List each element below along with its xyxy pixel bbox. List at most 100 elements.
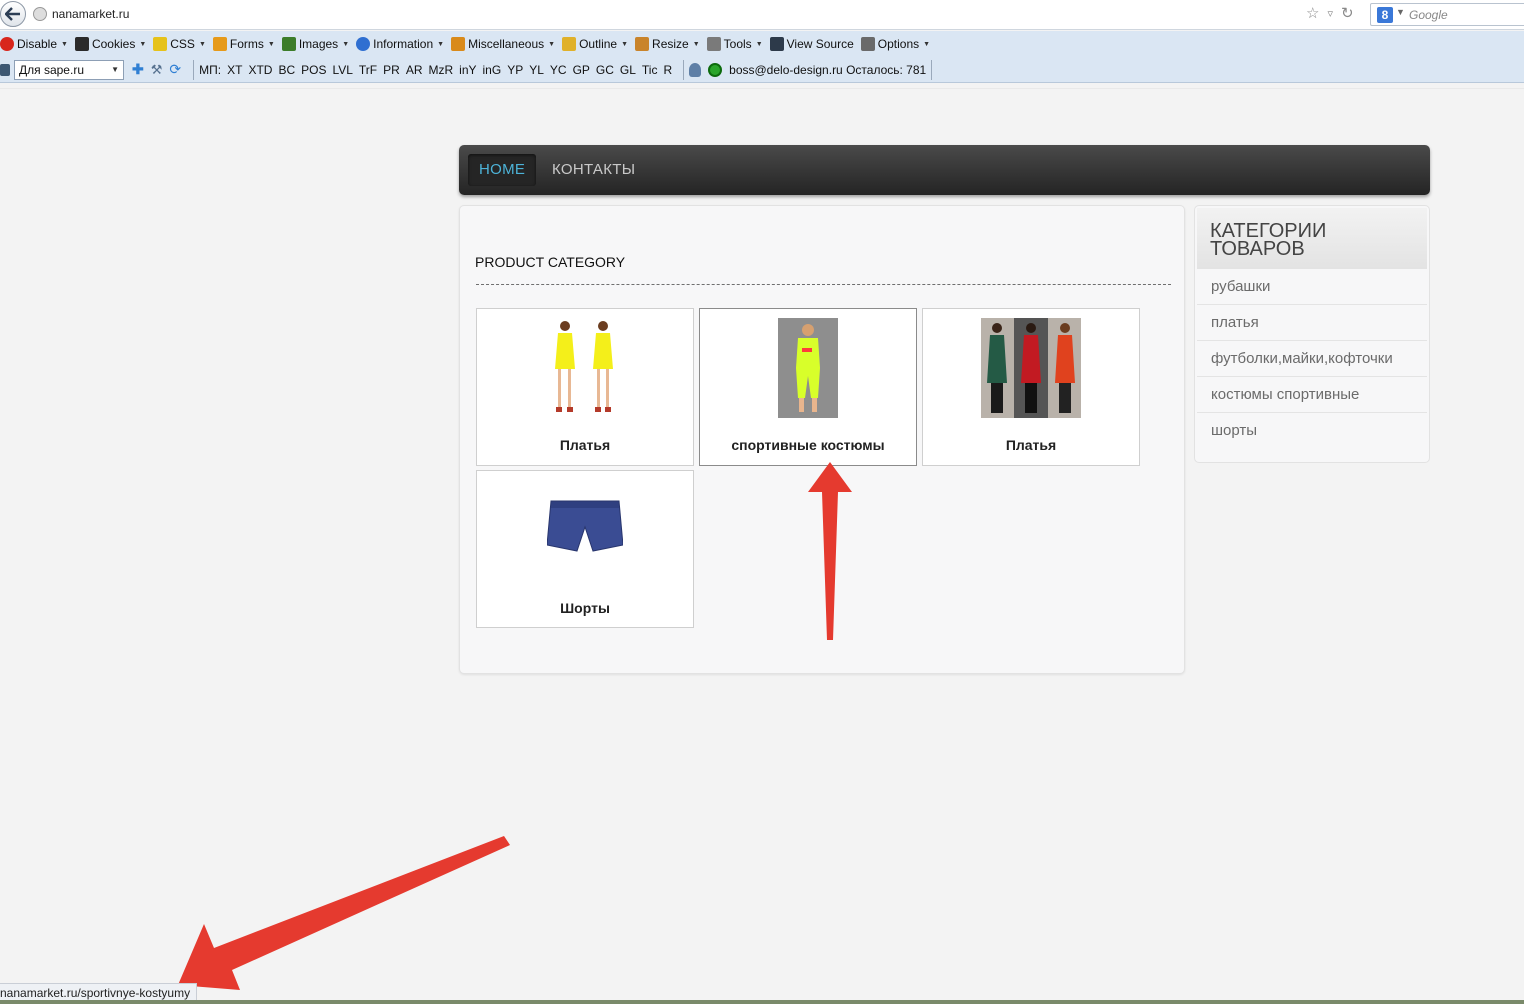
google-icon[interactable]: 8 (1377, 7, 1393, 23)
metric-mzr[interactable]: MzR (428, 63, 453, 77)
toolbar-menu-options[interactable]: Options ▼ (860, 37, 931, 51)
toolbar-menu-css[interactable]: CSS ▼ (153, 37, 206, 51)
toolbar-menu-label: Cookies (91, 37, 136, 51)
resize-icon (635, 37, 650, 51)
card-label[interactable]: Платья (477, 437, 693, 453)
toolbar-menu-label: Options (877, 37, 920, 51)
metric-lvl[interactable]: LVL (332, 63, 352, 77)
metric-gl[interactable]: GL (620, 63, 636, 77)
status-green-icon (708, 62, 723, 77)
toolbar-menu-disable[interactable]: Disable ▼ (0, 37, 68, 51)
metric-pr[interactable]: PR (383, 63, 400, 77)
toolbar-menu-label: Images (298, 37, 339, 51)
metric-yp[interactable]: YP (507, 63, 523, 77)
title-divider (476, 284, 1171, 285)
status-url: nanamarket.ru/sportivnye-kostyumy (0, 986, 191, 1000)
wrench-icon[interactable]: ⚒ (151, 62, 163, 78)
metric-ar[interactable]: AR (406, 63, 423, 77)
toolbar-menu-cookies[interactable]: Cookies ▼ (74, 37, 146, 51)
main-navbar: HOME КОНТАКТЫ (459, 145, 1430, 195)
sidebar-item-sport-suits[interactable]: костюмы спортивные (1197, 377, 1427, 413)
metric-yc[interactable]: YC (550, 63, 567, 77)
metric-xt[interactable]: XT (227, 63, 242, 77)
reload-icon[interactable]: ↻ (1341, 4, 1354, 22)
sidebar-header: КАТЕГОРИИ ТОВАРОВ (1197, 208, 1427, 269)
chevron-down-icon: ▼ (548, 40, 556, 48)
chevron-down-icon: ▼ (198, 40, 206, 48)
toolbar-menu-information[interactable]: Information ▼ (356, 37, 444, 51)
toolbar-menu-label: Miscellaneous (468, 37, 545, 51)
nav-home-link[interactable]: HOME (468, 154, 537, 186)
toolbar-menu-label: View Source (786, 37, 854, 51)
history-dropdown-icon[interactable]: ▿ (1327, 7, 1333, 20)
toolbar-menu-miscellaneous[interactable]: Miscellaneous ▼ (451, 37, 555, 51)
toolbar-menu-label: Outline (579, 37, 618, 51)
options-icon (860, 37, 875, 51)
sape-select[interactable]: Для sape.ru ▼ (14, 59, 124, 80)
sidebar-item-tops[interactable]: футболки,майки,кофточки (1197, 341, 1427, 377)
toolbar-menu-label: CSS (170, 37, 195, 51)
toolbar-menu-images[interactable]: Images ▼ (281, 37, 350, 51)
metric-tic[interactable]: Tic (642, 63, 658, 77)
toolbar-menu-resize[interactable]: Resize ▼ (635, 37, 700, 51)
account-info[interactable]: boss@delo-design.ru Осталось: 781 (729, 63, 926, 77)
back-arrow-icon (5, 7, 20, 21)
bookmark-star-icon[interactable]: ☆ (1306, 4, 1319, 22)
toolbar-menu-tools[interactable]: Tools ▼ (706, 37, 763, 51)
refresh-icon[interactable]: ⟳ (169, 61, 181, 78)
category-card-dresses-2[interactable]: Платья (922, 308, 1140, 466)
category-card-shorts[interactable]: Шорты (476, 470, 694, 628)
metric-bc[interactable]: BC (278, 63, 295, 77)
category-card-sport-suits[interactable]: спортивные костюмы (699, 308, 917, 466)
search-input[interactable]: 8 ▼ Google (1370, 3, 1524, 26)
metric-yl[interactable]: YL (529, 63, 544, 77)
site-identity-icon[interactable] (33, 7, 47, 21)
toolbar-menu-label: Resize (652, 37, 689, 51)
toolbar-home-icon[interactable] (0, 63, 10, 76)
chevron-down-icon: ▼ (692, 40, 700, 48)
tools-icon (706, 37, 721, 51)
toolbar-menu-label: Tools (723, 37, 752, 51)
nav-contacts-link[interactable]: КОНТАКТЫ (541, 154, 646, 186)
user-icon[interactable] (689, 62, 702, 77)
page-title: PRODUCT CATEGORY (475, 254, 626, 270)
chevron-down-icon: ▼ (621, 40, 629, 48)
card-label[interactable]: Шорты (477, 600, 693, 616)
chevron-down-icon: ▼ (923, 40, 931, 48)
categories-sidebar: КАТЕГОРИИ ТОВАРОВ рубашки платья футболк… (1194, 205, 1430, 463)
toolbar-menu-forms[interactable]: Forms ▼ (212, 37, 275, 51)
chevron-down-icon: ▼ (61, 40, 68, 48)
sidebar-item-shorts[interactable]: шорты (1197, 413, 1427, 449)
sidebar-title: КАТЕГОРИИ ТОВАРОВ (1210, 220, 1327, 260)
card-label[interactable]: спортивные костюмы (700, 437, 916, 453)
shorts-image (547, 500, 623, 552)
sidebar-item-dresses[interactable]: платья (1197, 305, 1427, 341)
toolbar-menu-label: Information (373, 37, 434, 51)
metric-iny[interactable]: inY (459, 63, 476, 77)
outline-icon (562, 37, 577, 51)
taskbar-edge (0, 1000, 1524, 1004)
category-card-dresses[interactable]: Платья (476, 308, 694, 466)
metric-ing[interactable]: inG (483, 63, 502, 77)
search-engine-dropdown-icon[interactable]: ▼ (1396, 7, 1405, 17)
disable-icon (0, 37, 14, 51)
metric-r[interactable]: R (663, 63, 672, 77)
metric-pos[interactable]: POS (301, 63, 326, 77)
card-label[interactable]: Платья (923, 437, 1139, 453)
add-icon[interactable]: ✚ (132, 61, 144, 78)
toolbar-menu-outline[interactable]: Outline ▼ (562, 37, 628, 51)
metric-gc[interactable]: GC (596, 63, 614, 77)
sidebar-list: рубашки платья футболки,майки,кофточки к… (1197, 269, 1427, 449)
toolbar-menu-label: Forms (229, 37, 264, 51)
back-button[interactable] (0, 1, 26, 27)
dress-image (545, 317, 625, 417)
address-bar-row: nanamarket.ru ☆ ▿ ↻ 8 ▼ Google (0, 0, 1524, 30)
toolbar-menu-view-source[interactable]: View Source (769, 37, 854, 51)
sidebar-item-shirts[interactable]: рубашки (1197, 269, 1427, 305)
chevron-down-icon: ▼ (342, 40, 350, 48)
content-panel: PRODUCT CATEGORY Платья спортивные костю… (459, 205, 1185, 674)
metric-gp[interactable]: GP (573, 63, 590, 77)
url-field[interactable]: nanamarket.ru (52, 7, 129, 21)
metric-trf[interactable]: TrF (359, 63, 377, 77)
metric-xtd[interactable]: XTD (248, 63, 272, 77)
